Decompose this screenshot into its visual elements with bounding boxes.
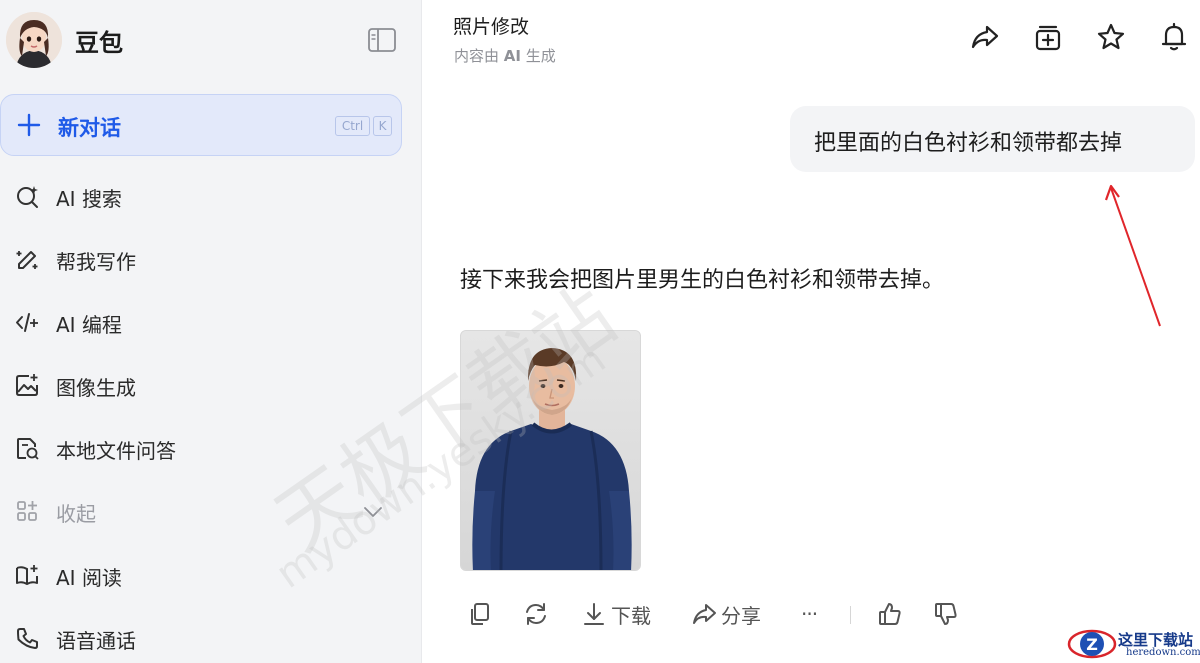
writing-icon [16, 251, 38, 269]
more-icon: ··· [801, 602, 818, 626]
generated-image[interactable] [460, 330, 641, 571]
assistant-message-text: 接下来我会把图片里男生的白色衬衫和领带去掉。 [460, 268, 945, 293]
svg-text:Z: Z [1086, 635, 1098, 654]
notice-ai: AI [503, 47, 521, 65]
brand-name: 豆包 [75, 28, 123, 57]
sidebar-item-label: 本地文件问答 [56, 439, 176, 463]
dislike-button[interactable] [933, 598, 959, 630]
actions-divider [850, 606, 851, 624]
user-message-bubble: 把里面的白色衬衫和领带都去掉 [790, 106, 1195, 172]
notice-prefix: 内容由 [454, 47, 504, 65]
bell-icon[interactable] [1159, 22, 1189, 52]
add-to-collection-icon[interactable] [1033, 22, 1063, 52]
sidebar-item-label: 收起 [56, 502, 96, 526]
image-gen-icon [16, 374, 38, 396]
shortcut-k-key: K [373, 116, 392, 136]
sidebar-item-collapse[interactable]: 收起 [0, 486, 402, 536]
copy-icon [471, 603, 489, 625]
sidebar-item-label: 图像生成 [56, 376, 136, 400]
chat-main: 照片修改 内容由 AI 生成 把里面的白色衬衫和领带都去掉 接下来我会把图片里男… [423, 0, 1200, 663]
plus-icon [17, 113, 41, 137]
sidebar-item-voice-call[interactable]: 语音通话 [0, 613, 402, 663]
corner-logo: Z 这里下载站 heredown.com [1066, 625, 1200, 663]
code-icon [16, 313, 38, 332]
message-actions: 下载 分享 ··· [463, 596, 983, 632]
sidebar-item-label: 帮我写作 [56, 250, 136, 274]
sidebar-item-writing[interactable]: 帮我写作 [0, 234, 402, 284]
share-button[interactable]: 分享 [691, 598, 761, 630]
share-icon[interactable] [970, 22, 1000, 52]
file-qa-icon [17, 438, 39, 460]
ai-generated-notice: 内容由 AI 生成 [454, 45, 556, 66]
chevron-down-icon [364, 507, 382, 517]
sidebar-item-reading[interactable]: AI 阅读 [0, 550, 402, 600]
sidebar-item-image-gen[interactable]: 图像生成 [0, 360, 402, 410]
share-label: 分享 [721, 603, 761, 628]
page-title: 照片修改 [453, 16, 530, 38]
share-icon [693, 604, 716, 624]
user-message-text: 把里面的白色衬衫和领带都去掉 [814, 131, 1123, 156]
sidebar-toggle-icon[interactable] [367, 27, 397, 53]
sidebar-item-label: AI 编程 [56, 313, 122, 337]
sidebar-item-label: AI 阅读 [56, 566, 122, 590]
new-chat-button[interactable]: 新对话 Ctrl K [0, 94, 402, 156]
avatar[interactable] [6, 12, 62, 68]
corner-logo-domain: heredown.com [1126, 647, 1200, 658]
annotation-arrow [1104, 184, 1161, 327]
sidebar-item-label: 语音通话 [56, 629, 136, 653]
thumbs-up-icon [879, 603, 901, 625]
regenerate-button[interactable] [523, 598, 549, 630]
sidebar-item-file-qa[interactable]: 本地文件问答 [0, 423, 402, 473]
new-chat-label: 新对话 [58, 116, 121, 140]
sidebar-item-ai-search[interactable]: AI 搜索 [0, 171, 402, 221]
phone-icon [17, 628, 38, 649]
reading-icon [16, 565, 38, 585]
sidebar: 豆包 新对话 Ctrl K AI 搜索 帮我写作 AI 编程 图像生成 本地文件… [0, 0, 422, 663]
star-icon[interactable] [1096, 22, 1126, 52]
thumbs-down-icon [935, 603, 957, 625]
sidebar-item-coding[interactable]: AI 编程 [0, 297, 402, 347]
brand[interactable]: 豆包 [6, 12, 123, 68]
ai-search-icon [17, 186, 38, 208]
like-button[interactable] [877, 598, 903, 630]
download-label: 下载 [611, 603, 651, 628]
download-icon [584, 603, 604, 625]
more-button[interactable]: ··· [801, 598, 818, 630]
shortcut-ctrl-key: Ctrl [335, 116, 370, 136]
download-button[interactable]: 下载 [581, 598, 651, 630]
apps-icon [17, 501, 37, 521]
sidebar-item-label: AI 搜索 [56, 187, 122, 211]
refresh-icon [526, 603, 546, 625]
copy-button[interactable] [467, 598, 493, 630]
heredown-logo-icon: Z [1067, 629, 1117, 659]
notice-suffix: 生成 [520, 47, 556, 65]
